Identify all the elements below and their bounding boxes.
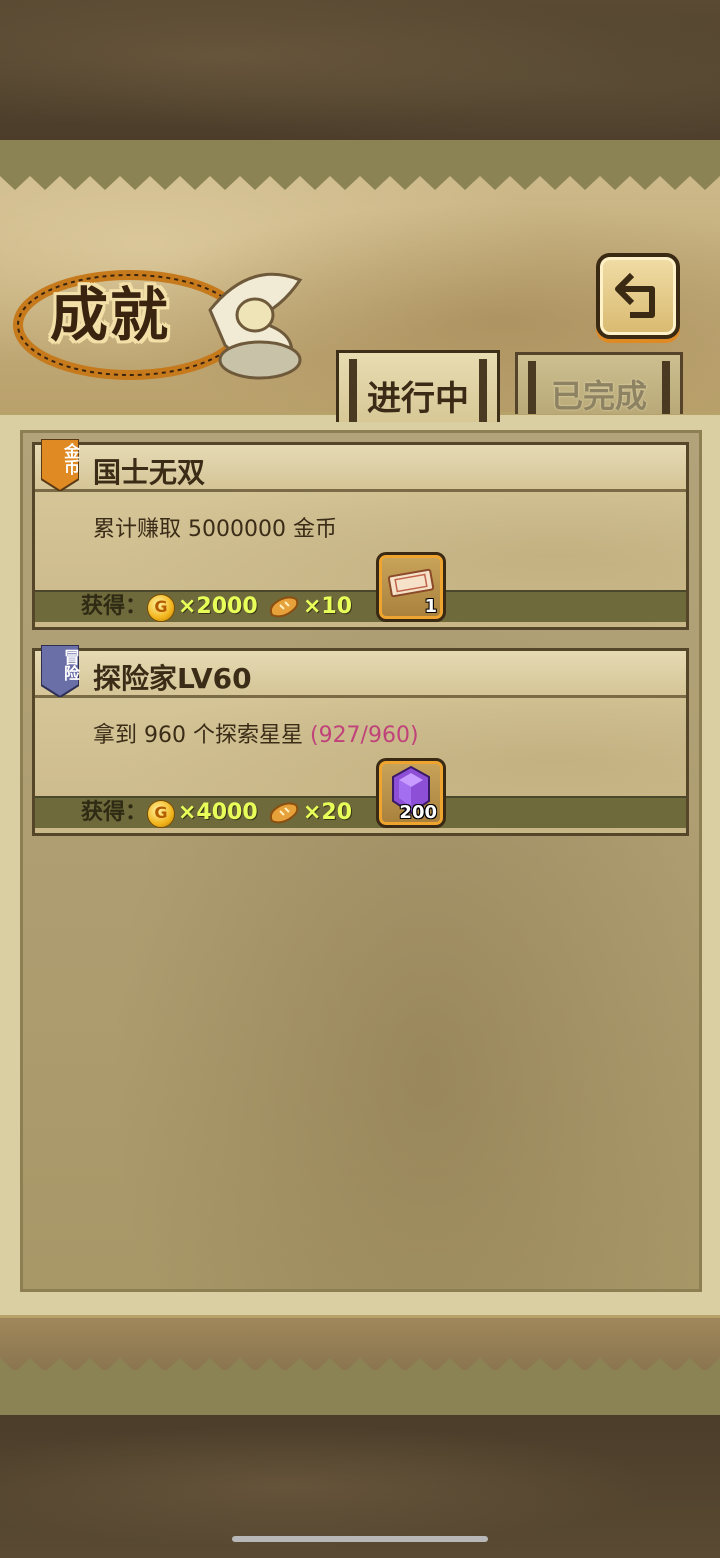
- page-title: 成就: [50, 281, 171, 349]
- bottom-olive-band: [0, 1370, 720, 1418]
- tab-completed-label: 已完成: [550, 377, 647, 415]
- coin-amount: ×4000: [178, 800, 258, 825]
- description-text: 拿到 960 个探索星星: [93, 723, 310, 748]
- bottom-zigzag-border: [0, 1358, 720, 1376]
- reward-item-slot[interactable]: 1: [376, 552, 446, 622]
- top-zigzag-teeth: [0, 170, 720, 190]
- achievement-title: 探险家LV60: [93, 662, 252, 695]
- achievement-description: 拿到 960 个探索星星 (927/960): [93, 717, 419, 749]
- bread-amount: ×10: [303, 594, 353, 619]
- coin-symbol: G: [154, 597, 168, 616]
- item-count: 1: [424, 596, 437, 617]
- achievement-card: 探险家LV60 冒险 拿到 960 个探索星星 (927/960) 获得： G …: [32, 645, 689, 836]
- achievement-title: 国士无双: [93, 456, 206, 489]
- card-header: 国士无双: [35, 445, 686, 492]
- description-text: 累计赚取 5000000 金币: [93, 517, 337, 542]
- reward-label: 获得：: [81, 800, 148, 825]
- reward-bar: 获得： G ×4000 ×20: [35, 796, 686, 828]
- category-ribbon-icon: [41, 645, 79, 697]
- reward-bar: 获得： G ×2000 ×10: [35, 590, 686, 622]
- achievement-description: 累计赚取 5000000 金币: [93, 511, 337, 543]
- reward-label: 获得：: [81, 594, 148, 619]
- bread-icon: [269, 596, 299, 618]
- bread-icon: [269, 802, 299, 824]
- map-background-top: [0, 0, 720, 140]
- gold-coin-icon: G: [147, 594, 175, 622]
- reward-item-slot[interactable]: 200: [376, 758, 446, 828]
- bread-amount: ×20: [303, 800, 353, 825]
- item-count: 200: [399, 802, 437, 823]
- card-header: 探险家LV60: [35, 651, 686, 698]
- tab-in-progress-label: 进行中: [367, 379, 469, 419]
- home-indicator[interactable]: [232, 1536, 488, 1542]
- tab-completed[interactable]: 已完成: [515, 352, 683, 415]
- coin-symbol: G: [154, 803, 168, 822]
- category-ribbon-icon: [41, 439, 79, 491]
- return-arrow-icon: [615, 272, 655, 318]
- coin-amount: ×2000: [178, 594, 258, 619]
- tab-in-progress[interactable]: 进行中: [336, 350, 500, 422]
- gold-coin-icon: G: [147, 800, 175, 828]
- progress-text: (927/960): [309, 723, 419, 748]
- back-button[interactable]: [596, 253, 680, 339]
- achievement-card: 国士无双 金币 累计赚取 5000000 金币 获得： G ×2000 ×10 …: [32, 439, 689, 630]
